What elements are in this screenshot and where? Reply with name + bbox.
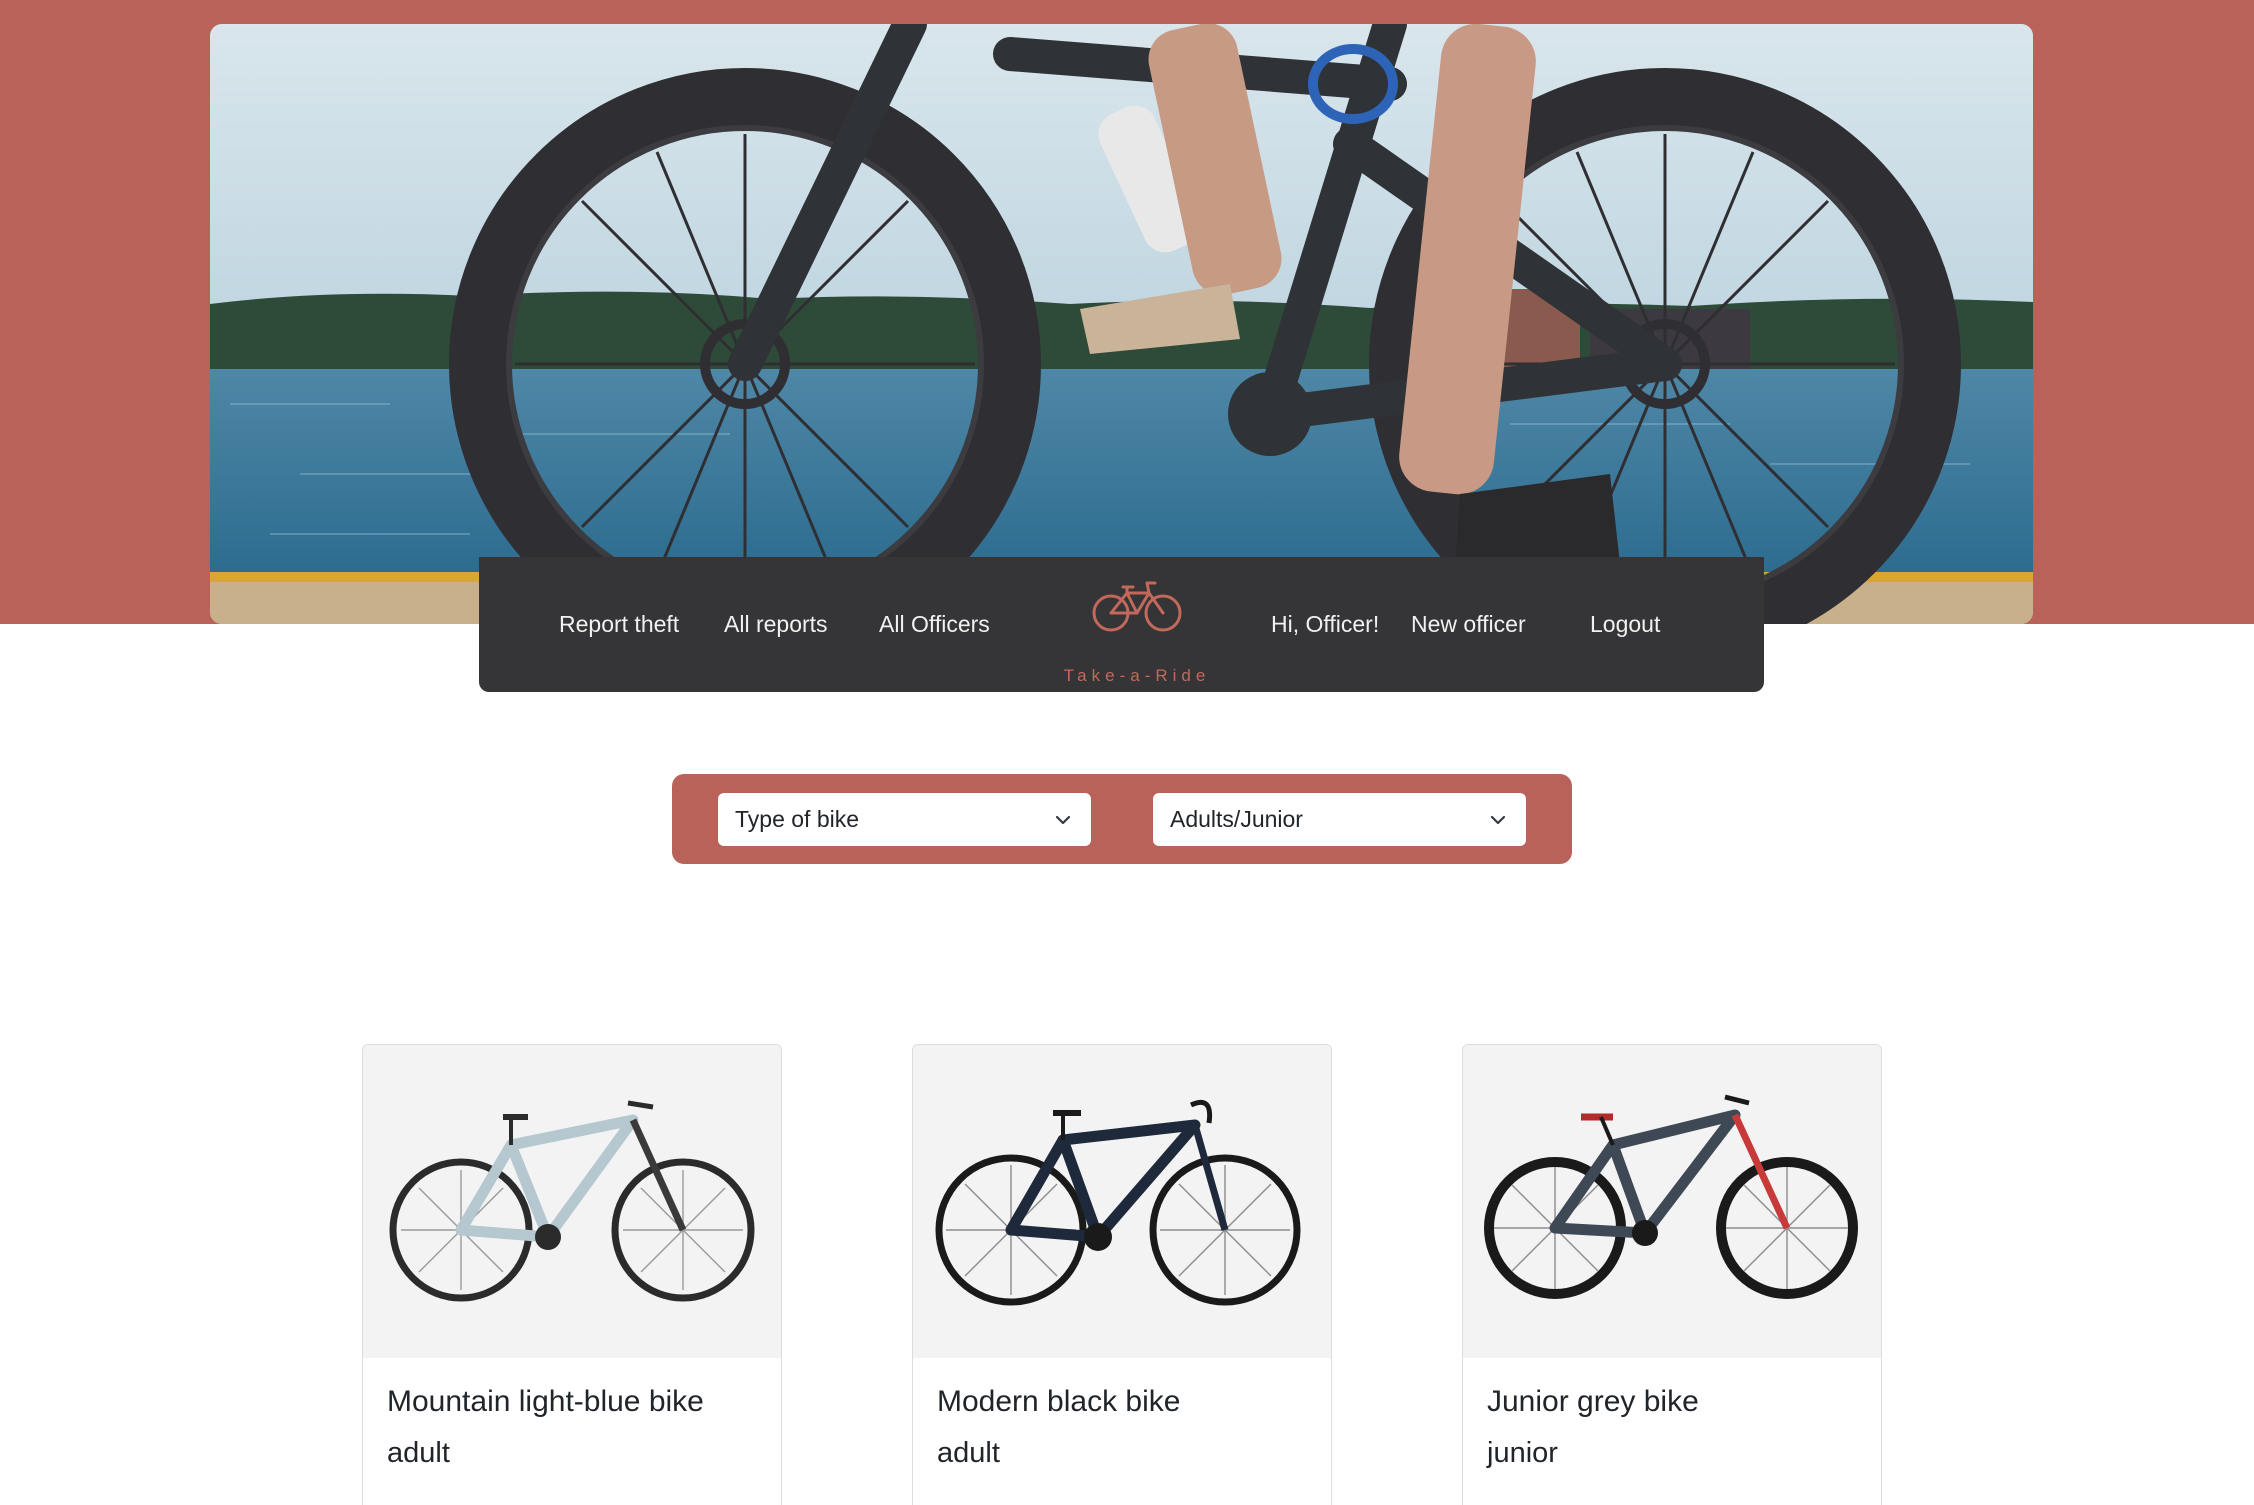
nav-logout[interactable]: Logout (1590, 557, 1660, 692)
bike-image (913, 1045, 1331, 1358)
brand-logo[interactable]: Take-a-Ride (1062, 579, 1212, 685)
bike-title: Modern black bike (937, 1385, 1181, 1418)
age-group-select-value: Adults/Junior (1170, 806, 1303, 832)
brand-logo-text: Take-a-Ride (1063, 666, 1211, 685)
age-group-select[interactable]: Adults/Junior (1153, 793, 1526, 846)
bike-card[interactable]: Mountain light-blue bike adult (362, 1044, 782, 1505)
bike-category: adult (387, 1437, 450, 1469)
bike-category: adult (937, 1437, 1000, 1469)
nav-greeting: Hi, Officer! (1271, 611, 1380, 637)
hero-banner-image (210, 24, 2033, 624)
bike-title: Junior grey bike (1487, 1385, 1699, 1418)
main-navbar: Report theft All reports All Officers Ta… (479, 557, 1764, 692)
nav-all-officers[interactable]: All Officers (879, 557, 990, 692)
bicycle-icon (1092, 581, 1182, 632)
bike-image (1463, 1045, 1881, 1358)
bike-title: Mountain light-blue bike (387, 1385, 704, 1418)
bike-category: junior (1487, 1437, 1558, 1469)
bike-card[interactable]: Junior grey bike junior (1462, 1044, 1882, 1505)
bike-card[interactable]: Modern black bike adult (912, 1044, 1332, 1505)
bike-image (363, 1045, 781, 1358)
nav-new-officer[interactable]: New officer (1411, 557, 1526, 692)
nav-all-reports[interactable]: All reports (724, 557, 828, 692)
type-of-bike-select[interactable]: Type of bike (718, 793, 1091, 846)
nav-report-theft[interactable]: Report theft (559, 557, 679, 692)
chevron-down-icon (1055, 815, 1071, 825)
filter-bar: Type of bike Adults/Junior (672, 774, 1572, 864)
chevron-down-icon (1490, 815, 1506, 825)
type-of-bike-select-value: Type of bike (735, 806, 860, 832)
